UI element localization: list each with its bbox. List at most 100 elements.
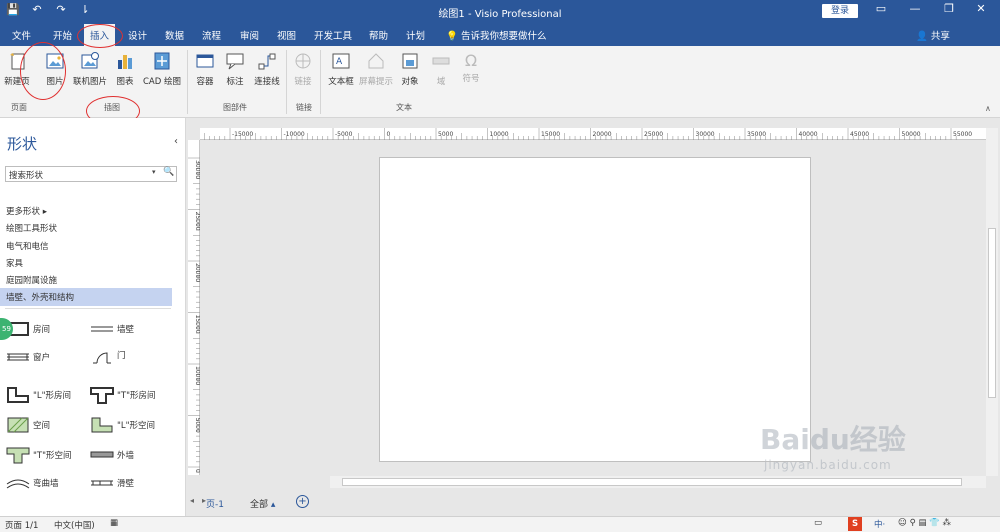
- drawing-page[interactable]: [379, 157, 811, 462]
- tab-help[interactable]: 帮助: [369, 28, 388, 42]
- object-icon: [402, 53, 418, 69]
- all-pages-tab[interactable]: 全部 ▴: [250, 497, 275, 510]
- add-page-icon[interactable]: +: [296, 495, 309, 508]
- link-icon: [295, 53, 311, 69]
- prev-page-icon[interactable]: ◂: [190, 496, 194, 505]
- field-label: 域: [436, 77, 446, 87]
- shape-exterior-wall[interactable]: 外墙: [90, 446, 134, 464]
- tab-home[interactable]: 开始: [53, 28, 72, 42]
- shape-window[interactable]: 窗户: [6, 348, 50, 366]
- annotation-circle-insert-tab: [77, 24, 123, 48]
- collapse-panel-icon[interactable]: ‹: [174, 136, 178, 147]
- page-tabs-bar: ◂ ▸ 页-1 全部 ▴ +: [186, 490, 1000, 516]
- screentip-label: 屏幕提示: [358, 77, 393, 87]
- ruler-label: 20000: [593, 131, 612, 138]
- field-button[interactable]: 域: [429, 52, 453, 87]
- ribbon-display-icon[interactable]: ▭: [866, 2, 896, 15]
- shape-l-space[interactable]: "L"形空间: [90, 416, 155, 434]
- minimize-icon[interactable]: —: [900, 2, 930, 15]
- shape-space[interactable]: 空间: [6, 416, 50, 434]
- collapse-ribbon-icon[interactable]: ∧: [985, 104, 991, 113]
- restore-icon[interactable]: ❐: [934, 2, 964, 15]
- horizontal-scrollbar[interactable]: [330, 476, 986, 488]
- curved-wall-shape-icon: [6, 479, 30, 489]
- field-icon: [432, 57, 450, 65]
- connector-button[interactable]: 连接线: [252, 52, 282, 87]
- ime-toolbar-icons[interactable]: ☺ ⚲ ▤ 👕 ⁂: [898, 518, 951, 528]
- link-button[interactable]: 链接: [291, 52, 315, 87]
- login-button[interactable]: 登录: [822, 4, 858, 18]
- tell-me-label: 告诉我你想要做什么: [461, 31, 547, 42]
- chart-button[interactable]: 图表: [112, 52, 138, 87]
- tab-file[interactable]: 文件: [12, 28, 31, 42]
- container-button[interactable]: 容器: [192, 52, 218, 87]
- symbol-label: 符号: [462, 74, 480, 84]
- search-icon[interactable]: 🔍: [163, 167, 174, 177]
- connector-label: 连接线: [254, 77, 280, 87]
- shape-l-room[interactable]: "L"形房间: [6, 386, 71, 404]
- cad-drawing-button[interactable]: CAD 绘图: [140, 52, 184, 87]
- group-label-links: 链接: [296, 103, 312, 112]
- search-dropdown-icon[interactable]: ▾: [152, 168, 156, 176]
- screentip-button[interactable]: 屏幕提示: [357, 52, 395, 87]
- shape-t-room[interactable]: "T"形房间: [90, 386, 156, 404]
- shape-label: 滑壁: [117, 479, 135, 489]
- page-tab-1[interactable]: 页-1: [206, 497, 224, 510]
- online-picture-button[interactable]: 联机图片: [70, 52, 110, 87]
- ruler-label: 20000: [194, 263, 200, 282]
- chevron-right-icon: ▸: [42, 207, 47, 217]
- tell-me-search[interactable]: 💡 告诉我你想要做什么: [446, 28, 547, 42]
- callout-button[interactable]: 标注: [222, 52, 248, 87]
- ruler-label: 30000: [696, 131, 715, 138]
- ribbon: 新建页 图片 联机图片 图表 CAD 绘图 容器 标注 连接线 链接 A 文本框…: [0, 46, 1000, 118]
- tab-developer[interactable]: 开发工具: [314, 28, 352, 42]
- callout-label: 标注: [226, 77, 244, 87]
- shape-door[interactable]: 门: [90, 346, 126, 364]
- sogou-ime-icon[interactable]: S: [848, 517, 862, 531]
- shape-sliding-wall[interactable]: 滑壁: [90, 474, 134, 492]
- stencil-item[interactable]: 绘图工具形状: [0, 219, 186, 236]
- more-shapes-item[interactable]: 更多形状 ▸: [0, 202, 186, 219]
- stencil-item[interactable]: 电气和电信: [0, 237, 186, 254]
- more-shapes-label: 更多形状: [6, 207, 41, 217]
- stencil-item[interactable]: 家具: [0, 254, 186, 271]
- tab-plan[interactable]: 计划: [406, 28, 425, 42]
- ruler-label: 40000: [799, 131, 818, 138]
- horizontal-scroll-thumb[interactable]: [342, 478, 962, 486]
- tab-design[interactable]: 设计: [128, 28, 147, 42]
- tab-data[interactable]: 数据: [165, 28, 184, 42]
- textbox-button[interactable]: A 文本框: [326, 52, 356, 87]
- shape-curved-wall[interactable]: 弯曲墙: [6, 474, 59, 492]
- svg-text:A: A: [336, 57, 343, 67]
- ruler-label: 10000: [194, 366, 200, 385]
- vertical-scrollbar[interactable]: [986, 128, 998, 476]
- screentip-icon: [368, 53, 384, 69]
- language-indicator[interactable]: 中文(中国): [54, 519, 95, 531]
- macro-record-icon[interactable]: ▦: [110, 518, 118, 528]
- ruler-label: 30000: [194, 160, 200, 179]
- stencil-item-active[interactable]: 墙壁、外壳和结构: [0, 288, 172, 306]
- vertical-scroll-thumb[interactable]: [988, 228, 996, 398]
- textbox-label: 文本框: [328, 77, 354, 87]
- symbol-button[interactable]: Ω 符号: [459, 51, 483, 85]
- title-bar: 💾 ↶ ↷ ⇂ 绘图1 - Visio Professional 登录 ▭ — …: [0, 0, 1000, 22]
- tab-process[interactable]: 流程: [202, 28, 221, 42]
- ime-mode-icon[interactable]: 中·: [874, 518, 885, 530]
- horizontal-ruler: -15000 -10000 -5000 0 5000 10000 15000 20000 250…: [200, 128, 986, 140]
- page-count[interactable]: 页面 1/1: [5, 519, 38, 531]
- presentation-mode-icon[interactable]: ▭: [814, 518, 822, 528]
- shape-t-space[interactable]: "T"形空间: [6, 446, 72, 464]
- tab-review[interactable]: 审阅: [240, 28, 259, 42]
- status-bar: 页面 1/1 中文(中国) ▦ ▭ S 中· ☺ ⚲ ▤ 👕 ⁂: [0, 516, 1000, 532]
- cad-drawing-icon: [154, 52, 170, 70]
- share-button[interactable]: 👤 共享: [916, 28, 950, 42]
- omega-icon: Ω: [464, 51, 478, 70]
- close-icon[interactable]: ✕: [966, 2, 996, 15]
- door-shape-icon: [93, 352, 111, 364]
- object-button[interactable]: 对象: [398, 52, 422, 87]
- tab-view[interactable]: 视图: [277, 28, 296, 42]
- stencil-item[interactable]: 庭园附属设施: [0, 271, 186, 288]
- shape-label: 空间: [33, 421, 51, 431]
- shape-wall[interactable]: 墙壁: [90, 320, 134, 338]
- shapes-panel: 形状 ‹ 搜索形状 ▾ 🔍 更多形状 ▸ 绘图工具形状 电气和电信 家具 庭园附…: [0, 118, 186, 516]
